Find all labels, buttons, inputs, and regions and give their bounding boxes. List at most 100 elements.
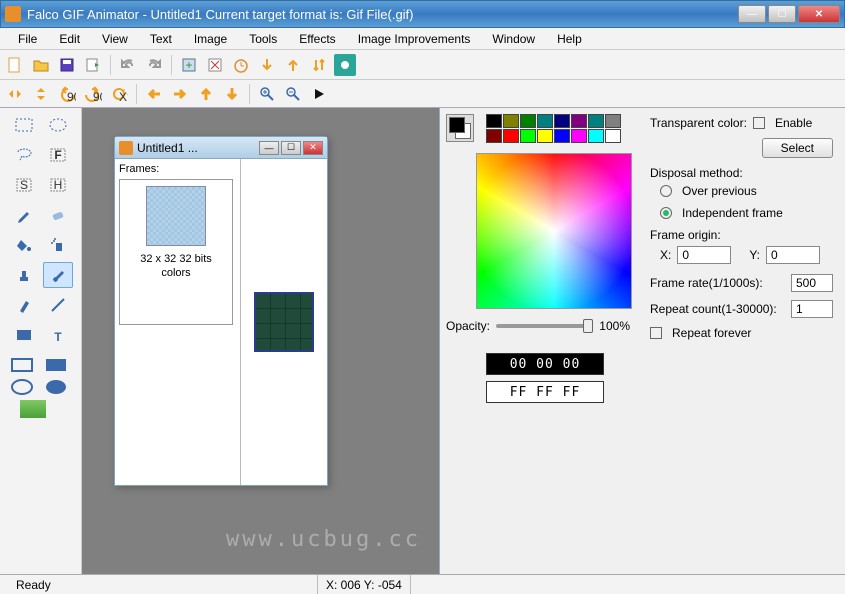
brush-tool[interactable] (43, 262, 73, 288)
export-icon[interactable] (82, 54, 104, 76)
minimize-button[interactable]: — (738, 5, 766, 23)
move-up-icon[interactable] (282, 54, 304, 76)
menu-file[interactable]: File (8, 30, 47, 48)
play-icon[interactable] (308, 83, 330, 105)
pencil-tool[interactable] (9, 202, 39, 228)
zoom-in-icon[interactable] (256, 83, 278, 105)
palette-swatch[interactable] (520, 114, 536, 128)
spray-tool[interactable] (43, 232, 73, 258)
palette-swatch[interactable] (554, 129, 570, 143)
enable-transparent-checkbox[interactable] (753, 117, 765, 129)
svg-text:S: S (19, 178, 27, 192)
flip-h-icon[interactable] (4, 83, 26, 105)
canvas-preview[interactable] (241, 159, 327, 485)
new-file-icon[interactable] (4, 54, 26, 76)
save-file-icon[interactable] (56, 54, 78, 76)
redo-icon[interactable] (143, 54, 165, 76)
palette-swatch[interactable] (588, 114, 604, 128)
palette-swatch[interactable] (537, 114, 553, 128)
over-previous-radio[interactable] (660, 185, 672, 197)
zoom-out-icon[interactable] (282, 83, 304, 105)
palette-swatch[interactable] (520, 129, 536, 143)
rotate-cw-90-icon[interactable]: 90° (82, 83, 104, 105)
move-down-icon[interactable] (256, 54, 278, 76)
menu-effects[interactable]: Effects (289, 30, 345, 48)
arrow-left-icon[interactable] (143, 83, 165, 105)
repeat-forever-checkbox[interactable] (650, 327, 662, 339)
palette-swatch[interactable] (605, 129, 621, 143)
palette-swatch[interactable] (486, 114, 502, 128)
palette-swatch[interactable] (503, 129, 519, 143)
lasso-tool[interactable] (9, 142, 39, 168)
delete-frame-icon[interactable] (204, 54, 226, 76)
menu-window[interactable]: Window (482, 30, 545, 48)
text-select-tool[interactable]: F (43, 142, 73, 168)
frame-origin-label: Frame origin: (650, 228, 833, 242)
background-hex[interactable]: FF FF FF (486, 381, 604, 403)
timer-icon[interactable] (230, 54, 252, 76)
ellipse-outline-shape[interactable] (9, 378, 35, 396)
foreground-background-swatch[interactable] (446, 114, 474, 142)
doc-maximize-button[interactable]: ☐ (281, 141, 301, 155)
gradient-swatch[interactable] (20, 400, 46, 418)
select-transparent-button[interactable]: Select (762, 138, 833, 158)
airbrush-tool[interactable] (9, 292, 39, 318)
open-file-icon[interactable] (30, 54, 52, 76)
framerate-input[interactable] (791, 274, 833, 292)
opacity-slider[interactable] (496, 324, 593, 328)
palette-swatch[interactable] (571, 129, 587, 143)
stamp-tool[interactable] (9, 262, 39, 288)
rotate-ccw-90-icon[interactable]: 90° (56, 83, 78, 105)
frame-thumbnail[interactable]: 32 x 32 32 bits colors (119, 179, 233, 325)
rotate-free-icon[interactable]: X° (108, 83, 130, 105)
svg-text:T: T (54, 330, 62, 343)
undo-icon[interactable] (117, 54, 139, 76)
palette-swatch[interactable] (537, 129, 553, 143)
text-tool[interactable]: T (43, 322, 73, 348)
origin-y-input[interactable] (766, 246, 820, 264)
eraser-tool[interactable] (43, 202, 73, 228)
rect-select-tool[interactable] (9, 112, 39, 138)
shape-select-tool[interactable]: S (9, 172, 39, 198)
h-select-tool[interactable]: H (43, 172, 73, 198)
doc-close-button[interactable]: ✕ (303, 141, 323, 155)
independent-frame-radio[interactable] (660, 207, 672, 219)
menu-tools[interactable]: Tools (239, 30, 287, 48)
repeat-count-input[interactable] (791, 300, 833, 318)
line-tool[interactable] (43, 292, 73, 318)
add-frame-icon[interactable]: + (178, 54, 200, 76)
menu-view[interactable]: View (92, 30, 138, 48)
rect-filled-shape[interactable] (43, 356, 69, 374)
ellipse-select-tool[interactable] (43, 112, 73, 138)
swap-icon[interactable] (308, 54, 330, 76)
flip-v-icon[interactable] (30, 83, 52, 105)
arrow-right-icon[interactable] (169, 83, 191, 105)
palette-swatch[interactable] (554, 114, 570, 128)
arrow-down-icon[interactable] (221, 83, 243, 105)
foreground-hex[interactable]: 00 00 00 (486, 353, 604, 375)
rect-outline-shape[interactable] (9, 356, 35, 374)
menu-help[interactable]: Help (547, 30, 592, 48)
palette-swatch[interactable] (588, 129, 604, 143)
toolbox: F S H T (0, 108, 82, 574)
arrow-up-icon[interactable] (195, 83, 217, 105)
fill-tool[interactable] (9, 232, 39, 258)
origin-x-input[interactable] (677, 246, 731, 264)
palette-swatch[interactable] (605, 114, 621, 128)
ellipse-filled-shape[interactable] (43, 378, 69, 396)
doc-minimize-button[interactable]: — (259, 141, 279, 155)
color-picker[interactable] (476, 153, 632, 309)
menu-image[interactable]: Image (184, 30, 237, 48)
palette-swatch[interactable] (571, 114, 587, 128)
palette-swatch[interactable] (503, 114, 519, 128)
rect-fill-tool[interactable] (9, 322, 39, 348)
palette-swatch[interactable] (486, 129, 502, 143)
menu-edit[interactable]: Edit (49, 30, 90, 48)
maximize-button[interactable]: ☐ (768, 5, 796, 23)
transform-toolbar: 90° 90° X° (0, 80, 845, 108)
close-button[interactable]: ✕ (798, 5, 840, 23)
menu-text[interactable]: Text (140, 30, 182, 48)
record-icon[interactable] (334, 54, 356, 76)
menu-image-improvements[interactable]: Image Improvements (348, 30, 481, 48)
document-titlebar[interactable]: Untitled1 ... — ☐ ✕ (115, 137, 327, 159)
